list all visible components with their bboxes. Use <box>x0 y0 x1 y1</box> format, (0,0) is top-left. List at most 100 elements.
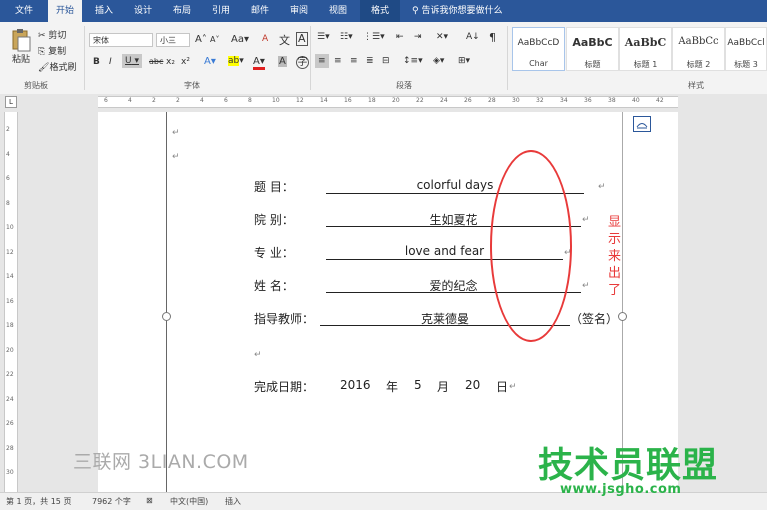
style-sample: AaBbC <box>572 36 613 49</box>
format-painter-button[interactable]: 🖌格式刷 <box>38 60 76 73</box>
style-heading-1[interactable]: AaBbC 标题 1 <box>619 27 672 71</box>
highlight-ellipse <box>490 150 572 342</box>
ribbon-tab-bar: 文件 开始 插入 设计 布局 引用 邮件 审阅 视图 格式 ⚲ 告诉我你想要做什… <box>0 0 767 22</box>
phonetic-guide-button[interactable]: 文 <box>279 32 290 48</box>
italic-button[interactable]: I <box>109 57 112 67</box>
align-center-button[interactable]: ≡ <box>334 56 342 66</box>
ruler-tick-label: 12 <box>6 248 14 256</box>
text-effects-button[interactable]: A▾ <box>204 56 216 67</box>
document-page[interactable]: ↵ ↵ 题 目： colorful days ↵ 院 别： 生如夏花 ↵ 专 业… <box>98 112 678 492</box>
line-spacing-button[interactable]: ↕≡▾ <box>403 56 423 66</box>
style-heading-2[interactable]: AaBbCc 标题 2 <box>672 27 725 71</box>
multilevel-list-button[interactable]: ⋮☰▾ <box>363 32 385 42</box>
divider <box>507 26 508 90</box>
tab-references[interactable]: 引用 <box>205 0 237 22</box>
date-day[interactable]: 20 <box>465 378 480 392</box>
ruler-tick-label: 22 <box>6 371 14 378</box>
lightbulb-icon: ⚲ <box>412 6 419 16</box>
ruler-tick-label: 36 <box>584 97 592 104</box>
resize-handle[interactable] <box>162 312 171 321</box>
font-name-combo[interactable]: 宋体 <box>89 33 153 47</box>
copy-label: 复制 <box>48 47 67 57</box>
strikethrough-button[interactable]: abc <box>149 57 163 66</box>
char-border-button[interactable]: A <box>296 32 308 46</box>
highlight-button[interactable]: ab▾ <box>228 56 244 66</box>
annotation-text: 显示来出了 <box>608 215 622 298</box>
layout-options-icon[interactable] <box>633 116 651 132</box>
tab-insert[interactable]: 插入 <box>88 0 120 22</box>
ruler-tick-label: 38 <box>608 97 616 104</box>
enclose-char-button[interactable]: 字 <box>296 56 309 69</box>
tab-stop-selector[interactable]: L <box>5 96 17 108</box>
increase-indent-button[interactable]: ⇥ <box>414 32 422 42</box>
vertical-ruler[interactable]: 2 4 6 8 10 12 14 16 18 20 22 24 26 28 30 <box>4 112 18 492</box>
borders-icon: ⊞ <box>458 56 466 66</box>
tab-layout[interactable]: 布局 <box>166 0 198 22</box>
show-marks-label: ¶ <box>489 31 496 44</box>
highlight-label: ab <box>228 56 240 66</box>
insert-mode-status[interactable]: 插入 <box>225 496 241 507</box>
ruler-tick-label: 6 <box>224 97 228 104</box>
shading-button[interactable]: ◈▾ <box>433 56 444 66</box>
proofing-icon[interactable]: ⊠ <box>146 496 153 505</box>
bold-button[interactable]: B <box>93 57 100 67</box>
numbering-button[interactable]: ☷▾ <box>340 32 353 42</box>
page-count[interactable]: 第 1 页，共 15 页 <box>6 496 71 507</box>
font-color-button[interactable]: A▾ <box>253 56 265 70</box>
clear-format-button[interactable]: A <box>262 34 268 44</box>
paste-button[interactable]: 粘贴 <box>8 28 34 76</box>
underline-button[interactable]: U ▾ <box>122 54 142 68</box>
tab-view[interactable]: 视图 <box>322 0 354 22</box>
align-right-button[interactable]: ≡ <box>350 56 358 66</box>
style-char[interactable]: AaBbCcD Char <box>512 27 565 71</box>
cut-button[interactable]: ✂ 剪切 <box>38 28 66 41</box>
tab-design[interactable]: 设计 <box>127 0 159 22</box>
tab-mailings[interactable]: 邮件 <box>244 0 276 22</box>
sort-button[interactable]: A↓ <box>466 32 480 42</box>
change-case-label: Aa <box>231 34 244 45</box>
shrink-font-button[interactable]: A˅ <box>210 35 219 44</box>
style-heading-3[interactable]: AaBbCcl 标题 3 <box>725 27 767 71</box>
style-title[interactable]: AaBbC 标题 <box>566 27 619 71</box>
ruler-tick-label: 22 <box>416 97 424 104</box>
underline-label: U <box>125 56 132 66</box>
sort-label: A↓ <box>466 32 480 42</box>
borders-button[interactable]: ⊞▾ <box>458 56 470 66</box>
tab-home[interactable]: 开始 <box>48 0 82 22</box>
date-month-unit: 月 <box>437 380 450 394</box>
font-size-combo[interactable]: 小三 <box>156 33 190 47</box>
numbering-icon: ☷ <box>340 32 349 42</box>
resize-handle[interactable] <box>618 312 627 321</box>
language-status[interactable]: 中文(中国) <box>170 496 208 507</box>
justify-icon: ≣ <box>366 56 374 66</box>
grow-font-button[interactable]: A˄ <box>195 34 207 45</box>
char-shading-button[interactable]: A <box>278 56 287 67</box>
decrease-indent-button[interactable]: ⇤ <box>396 32 404 42</box>
divider <box>310 26 311 90</box>
align-left-button[interactable]: ≡ <box>315 54 329 68</box>
copy-button[interactable]: ⎘ 复制 <box>38 44 66 57</box>
distributed-button[interactable]: ⊟ <box>382 56 390 66</box>
subscript-button[interactable]: x₂ <box>166 57 175 67</box>
date-month[interactable]: 5 <box>414 378 422 392</box>
label-advisor: 指导教师： <box>254 312 315 326</box>
justify-button[interactable]: ≣ <box>366 56 374 66</box>
font-group-label: 字体 <box>184 81 200 90</box>
tab-file[interactable]: 文件 <box>8 0 40 22</box>
date-year[interactable]: 2016 <box>340 378 371 392</box>
change-case-button[interactable]: Aa▾ <box>231 34 249 45</box>
tell-me-box[interactable]: ⚲ 告诉我你想要做什么 <box>412 0 522 22</box>
horizontal-ruler[interactable]: 6 4 2 2 4 6 8 10 12 14 16 18 20 22 24 26 28 30 32 34 36 38 40 4… <box>98 96 678 108</box>
chinese-layout-button[interactable]: ✕▾ <box>436 32 448 42</box>
tab-format[interactable]: 格式 <box>360 0 400 22</box>
copy-icon: ⎘ <box>38 47 46 57</box>
bullets-button[interactable]: ☰▾ <box>317 32 330 42</box>
superscript-button[interactable]: x² <box>181 57 190 67</box>
word-count[interactable]: 7962 个字 <box>92 496 131 507</box>
style-sample: AaBbCcD <box>517 38 560 48</box>
tab-review[interactable]: 审阅 <box>283 0 315 22</box>
show-marks-button[interactable]: ¶ <box>489 31 496 44</box>
align-center-icon: ≡ <box>334 56 342 66</box>
paragraph-mark: ↵ <box>582 215 590 225</box>
ruler-tick-label: 6 <box>6 175 10 182</box>
